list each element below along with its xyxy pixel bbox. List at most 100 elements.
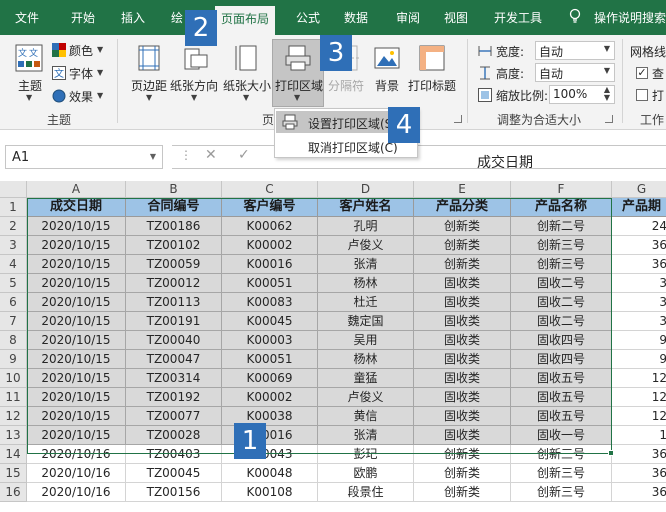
- fill-handle[interactable]: [608, 450, 614, 456]
- table-cell[interactable]: TZ00156: [126, 483, 222, 502]
- row-header[interactable]: 1: [0, 198, 27, 217]
- table-cell[interactable]: 卢俊义: [318, 236, 414, 255]
- table-cell[interactable]: TZ00028: [126, 426, 222, 445]
- tab-view[interactable]: 视图: [444, 9, 468, 26]
- table-cell[interactable]: 杨林: [318, 274, 414, 293]
- column-header-f[interactable]: F: [511, 181, 612, 198]
- table-cell[interactable]: 2020/10/15: [27, 331, 126, 350]
- column-header-a[interactable]: A: [27, 181, 126, 198]
- table-cell[interactable]: 24: [612, 217, 666, 236]
- row-header[interactable]: 3: [0, 236, 27, 255]
- name-box[interactable]: A1 ▼: [5, 145, 163, 169]
- table-cell[interactable]: 2020/10/16: [27, 464, 126, 483]
- table-cell[interactable]: K00062: [222, 217, 318, 236]
- width-select[interactable]: 自动 ▼: [535, 41, 615, 60]
- table-cell[interactable]: TZ00191: [126, 312, 222, 331]
- gridlines-print-checkbox[interactable]: [636, 89, 648, 101]
- scale-launcher-icon[interactable]: [605, 115, 613, 123]
- table-cell[interactable]: K00083: [222, 293, 318, 312]
- select-all-corner[interactable]: [0, 181, 27, 198]
- colors-button[interactable]: 颜色: [69, 42, 93, 59]
- table-cell[interactable]: 杨林: [318, 350, 414, 369]
- column-header-e[interactable]: E: [414, 181, 511, 198]
- row-header[interactable]: 6: [0, 293, 27, 312]
- table-cell[interactable]: K00051: [222, 350, 318, 369]
- table-cell[interactable]: 固收类: [414, 426, 511, 445]
- table-cell[interactable]: 固收类: [414, 331, 511, 350]
- background-icon[interactable]: [374, 45, 400, 71]
- table-cell[interactable]: 欧鹏: [318, 464, 414, 483]
- row-header[interactable]: 7: [0, 312, 27, 331]
- table-cell[interactable]: 12: [612, 388, 666, 407]
- table-cell[interactable]: 固收五号: [511, 388, 612, 407]
- table-cell[interactable]: TZ00077: [126, 407, 222, 426]
- table-cell[interactable]: K00003: [222, 331, 318, 350]
- table-cell[interactable]: K00069: [222, 369, 318, 388]
- table-cell[interactable]: 杜迁: [318, 293, 414, 312]
- worksheet-grid[interactable]: A B C D E F G 1 成交日期 合同编号 客户编号 客户姓名 产品分类 产品名称 产品期 2 2020…: [0, 181, 666, 512]
- table-cell[interactable]: 3: [612, 274, 666, 293]
- table-cell[interactable]: 2020/10/15: [27, 350, 126, 369]
- table-cell[interactable]: 固收四号: [511, 331, 612, 350]
- table-cell[interactable]: 36: [612, 464, 666, 483]
- table-cell[interactable]: 吴用: [318, 331, 414, 350]
- table-cell[interactable]: 2020/10/15: [27, 369, 126, 388]
- table-cell[interactable]: K00045: [222, 312, 318, 331]
- header-cell[interactable]: 产品分类: [414, 198, 511, 217]
- table-cell[interactable]: 创新二号: [511, 217, 612, 236]
- table-cell[interactable]: TZ00186: [126, 217, 222, 236]
- fonts-button[interactable]: 字体: [69, 65, 93, 82]
- header-cell[interactable]: 成交日期: [27, 198, 126, 217]
- table-cell[interactable]: 创新三号: [511, 236, 612, 255]
- themes-icon[interactable]: 文 文: [14, 43, 44, 73]
- table-cell[interactable]: 固收类: [414, 293, 511, 312]
- table-cell[interactable]: 卢俊义: [318, 388, 414, 407]
- table-cell[interactable]: TZ00102: [126, 236, 222, 255]
- table-cell[interactable]: 固收类: [414, 274, 511, 293]
- table-cell[interactable]: 2020/10/15: [27, 274, 126, 293]
- table-cell[interactable]: K00048: [222, 464, 318, 483]
- header-cell[interactable]: 客户姓名: [318, 198, 414, 217]
- table-cell[interactable]: 2020/10/15: [27, 388, 126, 407]
- stepper-arrows-icon[interactable]: ▲ ▼: [604, 86, 610, 102]
- column-header-b[interactable]: B: [126, 181, 222, 198]
- row-header[interactable]: 8: [0, 331, 27, 350]
- table-cell[interactable]: 创新类: [414, 464, 511, 483]
- table-cell[interactable]: 1: [612, 426, 666, 445]
- table-cell[interactable]: K00108: [222, 483, 318, 502]
- tab-data[interactable]: 数据: [344, 9, 368, 26]
- table-cell[interactable]: 创新类: [414, 445, 511, 464]
- header-cell[interactable]: 产品名称: [511, 198, 612, 217]
- row-header[interactable]: 12: [0, 407, 27, 426]
- table-cell[interactable]: 9: [612, 331, 666, 350]
- row-header[interactable]: 14: [0, 445, 27, 464]
- table-cell[interactable]: TZ00012: [126, 274, 222, 293]
- tab-file[interactable]: 文件: [15, 9, 39, 26]
- table-cell[interactable]: 创新三号: [511, 464, 612, 483]
- breaks-button[interactable]: 分隔符: [328, 77, 364, 94]
- table-cell[interactable]: K00051: [222, 274, 318, 293]
- tab-formulas[interactable]: 公式: [296, 9, 320, 26]
- margins-icon[interactable]: [136, 45, 162, 71]
- background-button[interactable]: 背景: [375, 77, 399, 94]
- table-cell[interactable]: 固收二号: [511, 274, 612, 293]
- tab-draw[interactable]: 绘: [171, 9, 183, 26]
- row-header[interactable]: 13: [0, 426, 27, 445]
- table-cell[interactable]: 张清: [318, 426, 414, 445]
- header-cell[interactable]: 产品期: [612, 198, 666, 217]
- tab-tell-me-search[interactable]: 操作说明搜索: [594, 9, 666, 26]
- table-cell[interactable]: 2020/10/15: [27, 426, 126, 445]
- table-cell[interactable]: 3: [612, 293, 666, 312]
- table-cell[interactable]: 3: [612, 312, 666, 331]
- table-cell[interactable]: 固收一号: [511, 426, 612, 445]
- table-cell[interactable]: 9: [612, 350, 666, 369]
- table-cell[interactable]: 36: [612, 236, 666, 255]
- table-cell[interactable]: TZ00192: [126, 388, 222, 407]
- row-header[interactable]: 16: [0, 483, 27, 502]
- table-cell[interactable]: TZ00040: [126, 331, 222, 350]
- table-cell[interactable]: 2020/10/15: [27, 217, 126, 236]
- tab-page-layout[interactable]: 页面布局: [215, 6, 276, 35]
- table-cell[interactable]: 2020/10/15: [27, 236, 126, 255]
- table-cell[interactable]: 创新类: [414, 236, 511, 255]
- table-cell[interactable]: TZ00314: [126, 369, 222, 388]
